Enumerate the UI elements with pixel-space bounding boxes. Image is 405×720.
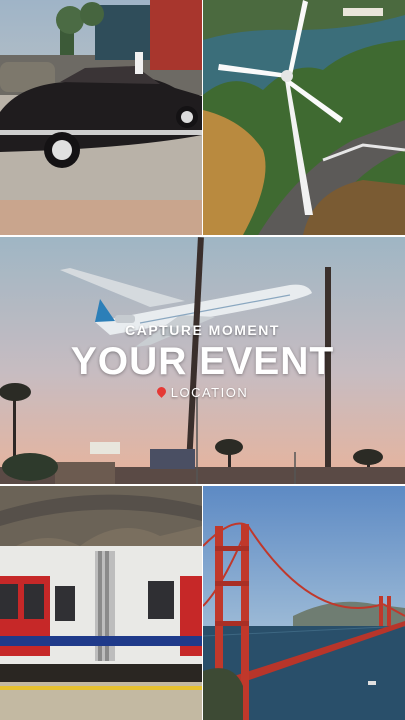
photo-classic-car bbox=[0, 0, 202, 235]
photo-wind-turbine-coast bbox=[203, 0, 405, 235]
photo-underground-train bbox=[0, 486, 202, 720]
photo-airplane-sunset bbox=[0, 237, 405, 484]
photo-golden-gate-bridge bbox=[203, 486, 405, 720]
